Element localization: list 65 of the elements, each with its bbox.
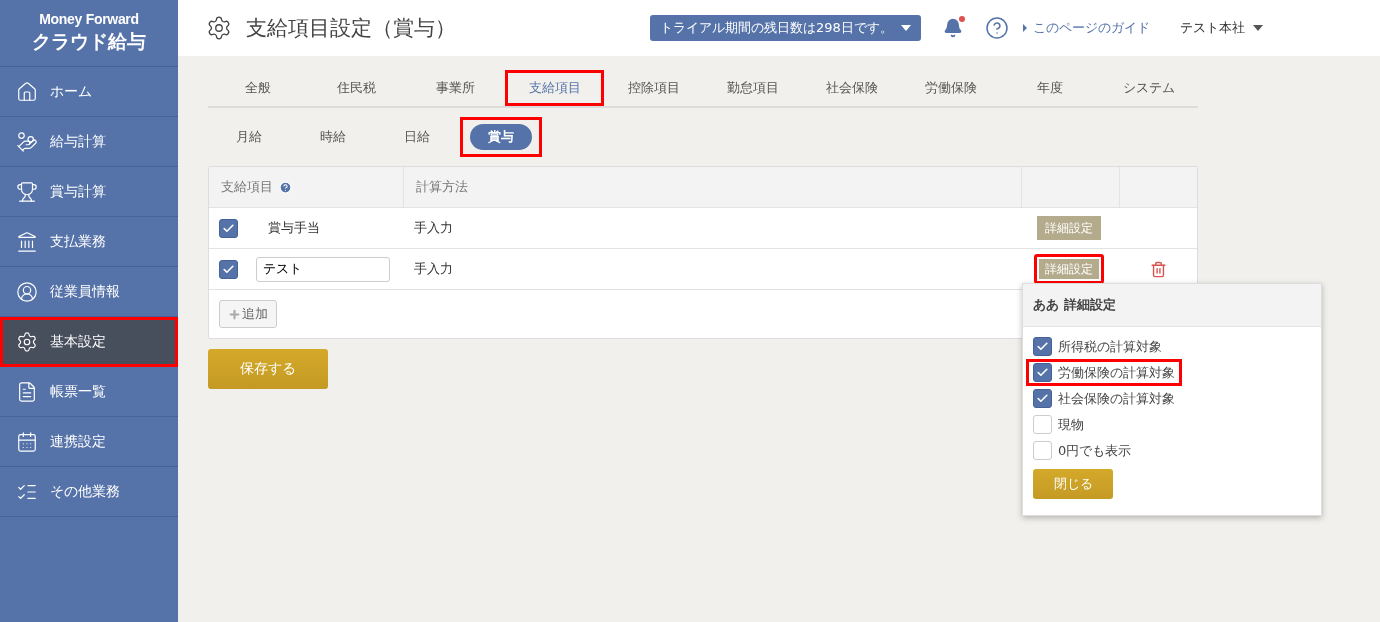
checkbox[interactable] (1033, 337, 1052, 356)
pay-type-tab[interactable]: 賞与 (470, 124, 532, 150)
column-header: 支給項目 (209, 167, 404, 207)
pay-type-tab[interactable]: 時給 (302, 124, 364, 150)
trophy-icon (16, 180, 38, 203)
sidebar-item[interactable]: ホーム (0, 67, 178, 117)
company-dropdown[interactable]: テスト本社 (1173, 18, 1269, 38)
checkbox[interactable] (1033, 363, 1052, 382)
column-header: 計算方法 (404, 167, 1022, 207)
settings-tab[interactable]: 住民税 (307, 70, 406, 106)
help-icon[interactable] (279, 180, 292, 194)
pay-type-tab[interactable]: 月給 (218, 124, 280, 150)
option-label[interactable]: 社会保険の計算対象 (1026, 385, 1182, 412)
check-icon (222, 221, 235, 235)
option-label[interactable]: 0円でも表示 (1026, 437, 1139, 464)
sidebar-item[interactable]: 連携設定 (0, 417, 178, 467)
checkbox[interactable] (1033, 389, 1052, 408)
settings-tab[interactable]: 控除項目 (604, 70, 703, 106)
item-name-field[interactable]: テスト (256, 256, 390, 282)
check-icon (1036, 340, 1049, 353)
bell-icon[interactable] (942, 18, 963, 38)
option-label[interactable]: 現物 (1026, 411, 1091, 438)
moneybag-icon (16, 130, 38, 153)
pay-type-tab[interactable]: 日給 (386, 124, 448, 150)
checkbox[interactable] (219, 218, 238, 238)
settings-tab[interactable]: 社会保険 (802, 70, 901, 106)
settings-tab[interactable]: 年度 (1000, 70, 1099, 106)
delete-icon[interactable] (1150, 260, 1167, 278)
calc-method: 手入力 (414, 260, 453, 278)
gear-icon (206, 15, 232, 41)
sidebar-item[interactable]: 帳票一覧 (0, 367, 178, 417)
brand-logo: Money Forward (39, 11, 139, 27)
sidebar-item[interactable]: 賞与計算 (0, 167, 178, 217)
settings-tab[interactable]: 支給項目 (505, 70, 604, 106)
sidebar-item[interactable]: 基本設定 (0, 317, 178, 367)
bank-icon (16, 230, 38, 253)
settings-tab[interactable]: 勤怠項目 (703, 70, 802, 106)
plus-icon (228, 307, 241, 321)
guide-link[interactable]: このページのガイド (1022, 19, 1150, 37)
gear-icon (16, 330, 38, 353)
trial-dropdown[interactable]: トライアル期間の残日数は298日です。 (650, 15, 921, 41)
check-icon (222, 262, 235, 276)
settings-tab[interactable]: 事業所 (406, 70, 505, 106)
product-name: クラウド給与 (32, 29, 146, 54)
check-icon (1036, 366, 1049, 379)
calendar-icon (16, 430, 38, 453)
option-label[interactable]: 所得税の計算対象 (1026, 333, 1169, 360)
settings-tab[interactable]: 労働保険 (901, 70, 1000, 106)
sidebar-item[interactable]: その他業務 (0, 467, 178, 517)
help-icon[interactable] (984, 16, 1009, 40)
popup-title: ああ 詳細設定 (1023, 284, 1321, 327)
calc-method: 手入力 (414, 219, 453, 237)
item-name: 賞与手当 (267, 219, 320, 237)
settings-tab[interactable]: 全般 (208, 70, 307, 106)
person-icon (16, 280, 38, 303)
page-title: 支給項目設定（賞与） (246, 15, 457, 42)
option-label[interactable]: 労働保険の計算対象 (1026, 359, 1182, 386)
check-icon (1036, 392, 1049, 405)
add-button[interactable]: 追加 (219, 300, 277, 328)
sidebar-item[interactable]: 支払業務 (0, 217, 178, 267)
checkbox[interactable] (219, 259, 238, 279)
sidebar-item[interactable]: 給与計算 (0, 117, 178, 167)
home-icon (16, 80, 38, 103)
settings-tab[interactable]: システム (1099, 70, 1198, 106)
document-icon (16, 380, 38, 403)
